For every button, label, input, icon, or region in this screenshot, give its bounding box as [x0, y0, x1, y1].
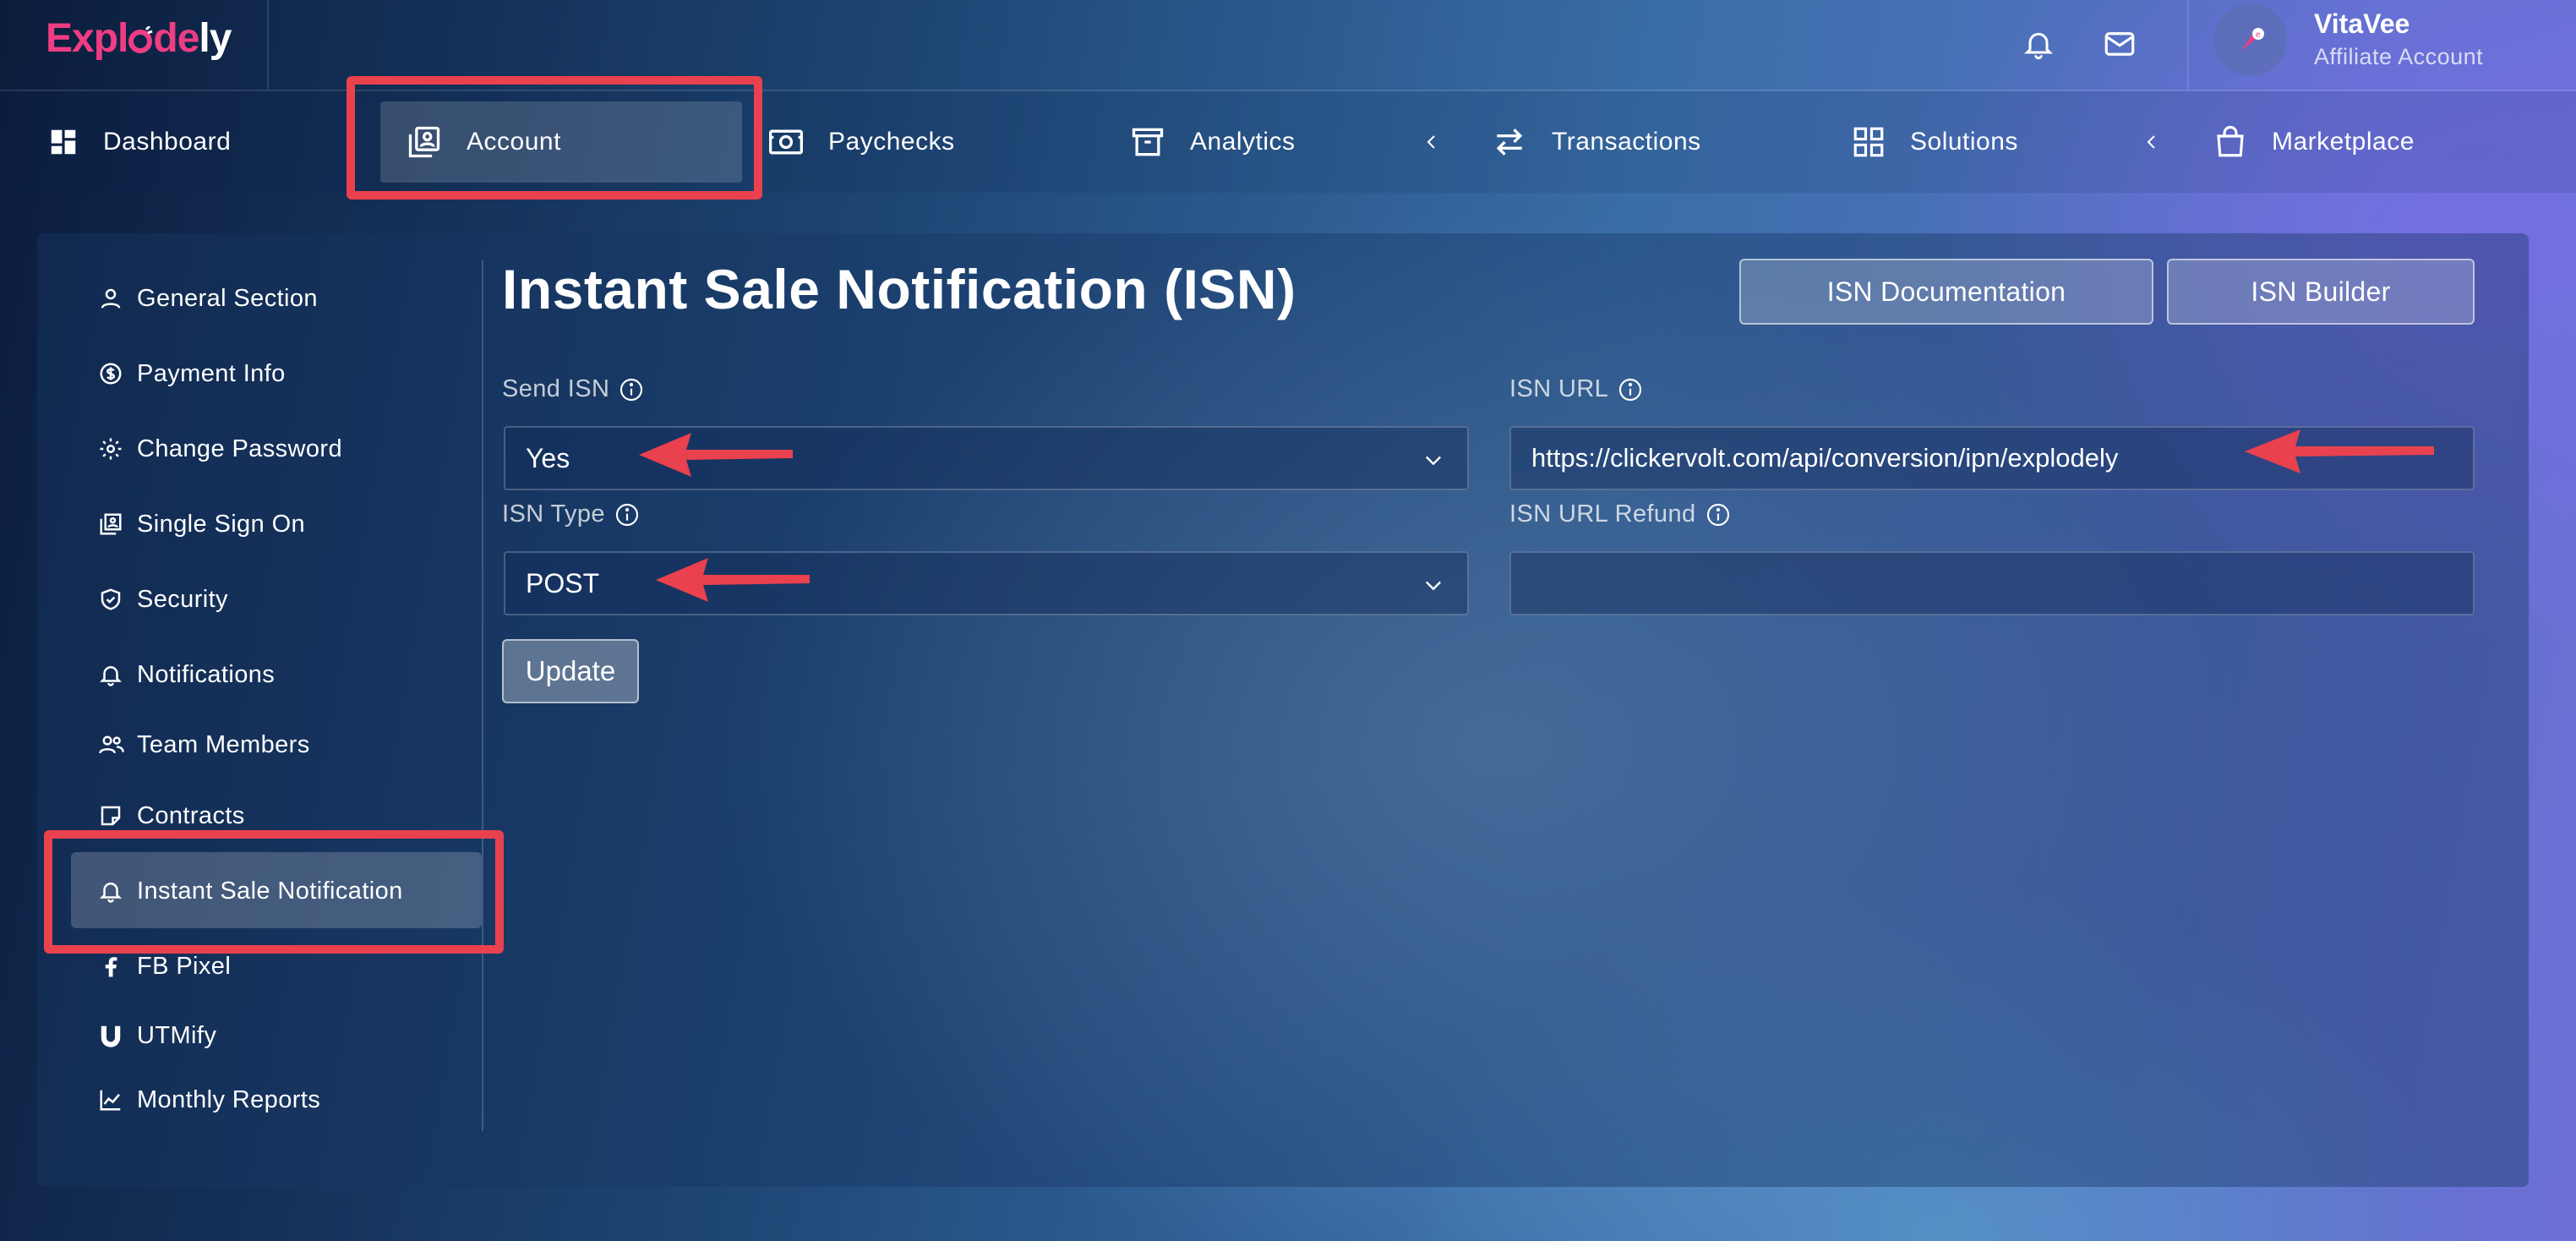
- swap-icon: [1491, 123, 1528, 161]
- user-role: Affiliate Account: [2314, 44, 2484, 69]
- sidebar-item-single-sign-on[interactable]: Single Sign On: [98, 501, 305, 547]
- facebook-icon: [98, 954, 127, 979]
- sidebar-item-utmify[interactable]: UTMify: [98, 1013, 216, 1058]
- brand-logo[interactable]: Expl dely: [46, 15, 232, 62]
- isn-builder-button[interactable]: ISN Builder: [2167, 259, 2475, 325]
- info-icon[interactable]: [614, 501, 641, 528]
- chevron-left-icon[interactable]: [1415, 125, 1449, 159]
- annotation-highlight-account: [347, 76, 762, 200]
- shopping-bag-icon: [2213, 124, 2248, 160]
- dashboard-icon: [47, 126, 79, 158]
- bell-icon: [98, 662, 127, 687]
- isn-type-select[interactable]: POST: [504, 551, 1469, 615]
- chevron-down-icon: [1422, 448, 1445, 472]
- account-box-icon: [98, 511, 127, 537]
- isn-type-label: ISN Type: [502, 500, 641, 528]
- isn-url-label: ISN URL: [1509, 375, 1644, 403]
- nav-dashboard[interactable]: Dashboard: [47, 103, 231, 181]
- update-button[interactable]: Update: [502, 639, 639, 703]
- send-isn-label: Send ISN: [502, 375, 645, 403]
- chevron-down-icon: [1422, 573, 1445, 597]
- sidebar-item-team-members[interactable]: Team Members: [98, 722, 310, 768]
- nav-analytics[interactable]: Analytics: [1129, 103, 1296, 181]
- archive-icon: [1129, 123, 1166, 161]
- bell-icon[interactable]: [2013, 19, 2064, 69]
- grid-icon: [1851, 124, 1886, 160]
- isn-documentation-button[interactable]: ISN Documentation: [1739, 259, 2153, 325]
- sidebar-item-general-section[interactable]: General Section: [98, 276, 318, 321]
- info-icon[interactable]: [1705, 501, 1732, 528]
- nav-marketplace[interactable]: Marketplace: [2213, 103, 2415, 181]
- info-icon[interactable]: [1617, 376, 1644, 403]
- sidebar-divider: [482, 260, 483, 1131]
- annotation-highlight-instant-sale: [44, 830, 504, 954]
- dollar-circle-icon: [98, 361, 127, 386]
- annotation-arrow-icon: [656, 558, 810, 602]
- money-icon: [767, 123, 805, 161]
- avatar[interactable]: e: [2214, 3, 2287, 76]
- gear-icon: [98, 436, 127, 462]
- logo-divider: [267, 0, 269, 90]
- sidebar-item-monthly-reports[interactable]: Monthly Reports: [98, 1077, 320, 1123]
- user-name: VitaVee: [2314, 8, 2410, 39]
- chevron-left-icon[interactable]: [2135, 125, 2169, 159]
- nav-solutions[interactable]: Solutions: [1851, 103, 2018, 181]
- user-divider: [2187, 0, 2189, 90]
- content-panel: [37, 233, 2529, 1187]
- sidebar-item-change-password[interactable]: Change Password: [98, 426, 342, 472]
- shield-icon: [98, 587, 127, 612]
- sidebar-item-notifications[interactable]: Notifications: [98, 652, 275, 697]
- chart-line-icon: [98, 1087, 127, 1113]
- sidebar-item-payment-info[interactable]: Payment Info: [98, 351, 286, 396]
- isn-url-refund-label: ISN URL Refund: [1509, 500, 1732, 528]
- people-icon: [98, 732, 127, 757]
- annotation-arrow-icon: [2245, 429, 2434, 473]
- sidebar-item-security[interactable]: Security: [98, 577, 228, 622]
- isn-url-refund-input[interactable]: [1509, 551, 2475, 615]
- svg-text:e: e: [2256, 30, 2261, 40]
- note-icon: [98, 803, 127, 828]
- person-icon: [98, 286, 127, 311]
- annotation-arrow-icon: [639, 433, 793, 477]
- utmify-icon: [98, 1023, 127, 1048]
- page-title: Instant Sale Notification (ISN): [502, 258, 1296, 320]
- explosion-o-icon: [128, 26, 153, 55]
- info-icon[interactable]: [618, 376, 645, 403]
- rocket-logo-icon: e: [2241, 28, 2264, 51]
- mail-icon[interactable]: [2094, 19, 2145, 69]
- nav-paychecks[interactable]: Paychecks: [767, 103, 955, 181]
- nav-transactions[interactable]: Transactions: [1491, 103, 1701, 181]
